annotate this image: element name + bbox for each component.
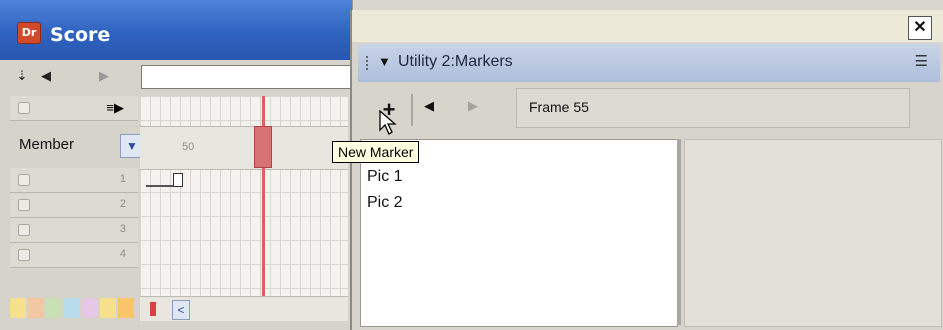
- marker-list-item[interactable]: Pic 2: [367, 194, 403, 212]
- frame-ruler[interactable]: 50: [140, 126, 348, 170]
- score-bottom-bar: <: [140, 296, 348, 321]
- display-mode-label: Member: [19, 136, 75, 153]
- channel-number: 2: [119, 198, 126, 210]
- channel-toggle[interactable]: [18, 102, 30, 114]
- channel-row: 1: [10, 168, 138, 193]
- previous-marker-button[interactable]: ◀: [424, 98, 434, 114]
- panel-header[interactable]: ▼ Utility 2:Markers ☰: [358, 44, 940, 82]
- channel-row: 2: [10, 193, 138, 218]
- pane-splitter[interactable]: [677, 139, 681, 325]
- marker-list[interactable]: Pic 1 Pic 2: [360, 139, 678, 327]
- playhead-handle[interactable]: [254, 126, 272, 168]
- next-marker-icon[interactable]: ▶: [92, 63, 116, 89]
- frame-display: Frame 55: [516, 88, 910, 128]
- close-button[interactable]: ✕: [908, 16, 932, 40]
- panel-menu-icon[interactable]: ☰: [915, 52, 928, 70]
- channel-row: 4: [10, 243, 138, 268]
- markers-window: ✕ ▼ Utility 2:Markers ☰ + ◀ ▶ Frame 55 P…: [350, 10, 943, 330]
- sprite-end-marker[interactable]: [173, 173, 183, 187]
- channel-toggle[interactable]: [18, 174, 30, 186]
- marker-list-item[interactable]: Pic 1: [367, 168, 403, 186]
- window-title: Score: [50, 24, 111, 46]
- channel-toggle[interactable]: [18, 249, 30, 261]
- palette-swatch[interactable]: [64, 298, 80, 318]
- channel-panel: ≡▶ Member ▼ 1 2 3 4: [10, 96, 144, 330]
- channel-toggle[interactable]: [18, 199, 30, 211]
- palette-swatch[interactable]: [118, 298, 134, 318]
- playhead-indicator-icon: [150, 302, 156, 316]
- palette-swatch[interactable]: [10, 298, 26, 318]
- frame-ruler-label: 50: [182, 141, 195, 153]
- score-toolbar: ⇣ ◀ ▶: [10, 63, 358, 91]
- channel-menu-icon[interactable]: ≡▶: [106, 100, 124, 116]
- markers-window-titlebar[interactable]: ✕: [352, 10, 943, 42]
- mouse-pointer-icon: [379, 110, 397, 135]
- channel-number: 3: [119, 223, 126, 235]
- panel-title: Utility 2:Markers: [398, 53, 513, 70]
- palette-swatch[interactable]: [46, 298, 62, 318]
- prev-marker-icon[interactable]: ◀: [34, 63, 58, 89]
- frame-label: Frame 55: [529, 99, 589, 115]
- next-marker-button[interactable]: ▶: [468, 98, 478, 114]
- marker-name-field[interactable]: [141, 65, 358, 89]
- channel-number: 4: [119, 248, 126, 260]
- palette-swatch[interactable]: [82, 298, 98, 318]
- palette-swatch[interactable]: [28, 298, 44, 318]
- channel-row: 3: [10, 218, 138, 243]
- score-titlebar[interactable]: Dr Score: [0, 0, 352, 60]
- drag-grip-icon[interactable]: [366, 56, 374, 70]
- score-window: Dr Score ⇣ ◀ ▶ ≡▶ Member ▼ 1 2 3 4 50 <: [0, 0, 358, 330]
- toolbar-separator: [411, 94, 413, 126]
- new-marker-tooltip: New Marker: [332, 141, 420, 163]
- channel-marker-icon[interactable]: ⇣: [10, 63, 34, 89]
- channel-number: 1: [119, 173, 126, 185]
- collapse-arrow-icon[interactable]: ▼: [378, 54, 391, 69]
- palette-swatch[interactable]: [100, 298, 116, 318]
- channel-toggle[interactable]: [18, 224, 30, 236]
- marker-comment-pane[interactable]: [684, 139, 942, 327]
- app-icon: Dr: [17, 22, 41, 44]
- channel-row: ≡▶: [10, 96, 138, 121]
- color-palette: [10, 298, 136, 318]
- scroll-left-icon[interactable]: <: [172, 300, 190, 320]
- markers-toolbar: + ◀ ▶ Frame 55: [358, 84, 940, 136]
